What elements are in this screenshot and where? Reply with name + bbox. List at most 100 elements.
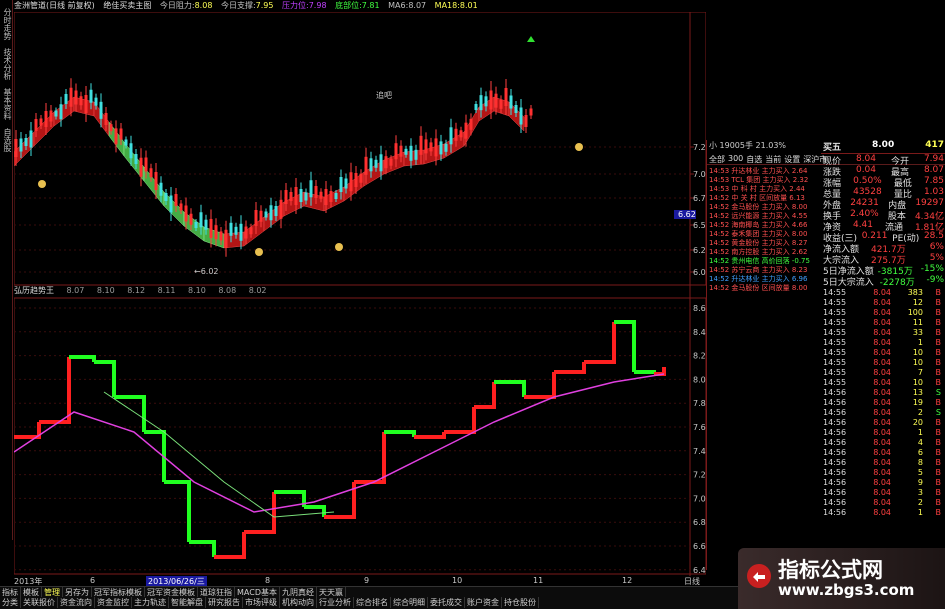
rank-tab-2[interactable]: 自选	[746, 154, 762, 164]
candle-body	[454, 128, 458, 141]
candle-body	[269, 205, 273, 221]
rank-row[interactable]: 14:52 升达林业 主力买入 6.96	[709, 274, 821, 283]
candle-body	[394, 143, 398, 160]
rank-row[interactable]: 14:52 泰禾集团 主力买入 8.00	[709, 229, 821, 238]
quote-label: 收益(三)	[823, 234, 858, 244]
rank-row[interactable]: 14:53 中 科 村 主力买入 2.44	[709, 184, 821, 193]
function-tab[interactable]: 智能解盘	[169, 597, 206, 608]
trade-row: 14:55 8.04 10 B	[821, 358, 945, 368]
trade-time: 14:56	[823, 408, 847, 417]
quote-row: 净资 4.41 流通 1.81亿	[821, 220, 945, 233]
date-label-9: 9	[364, 576, 370, 585]
function-tab[interactable]: 分类	[0, 597, 21, 608]
trend-step-segment	[324, 482, 356, 519]
function-tab[interactable]: 资金流向	[58, 597, 95, 608]
trade-side: B	[935, 308, 942, 317]
function-tab[interactable]: 综合排名	[354, 597, 391, 608]
function-tab[interactable]: 行业分析	[317, 597, 354, 608]
candle-body	[339, 177, 343, 192]
candle-body	[319, 191, 323, 199]
rank-row[interactable]: 14:53 TCL 集团 主力买入 2.32	[709, 175, 821, 184]
rank-tab-4[interactable]: 设置	[784, 154, 800, 164]
candle-body	[184, 205, 188, 222]
trade-time: 14:55	[823, 288, 847, 297]
function-tab[interactable]: 持仓股份	[502, 597, 539, 608]
trade-row: 14:56 8.04 19 B	[821, 398, 945, 408]
candle-body	[329, 191, 333, 202]
today-pressure-value: 8.08	[194, 1, 213, 10]
candle-body	[524, 115, 528, 127]
candle-body	[154, 172, 158, 190]
trade-volume: 10	[912, 378, 923, 387]
rail-tab-0[interactable]: 分时走势	[1, 8, 13, 40]
rank-tab-3[interactable]: 当前	[765, 154, 781, 164]
function-tab[interactable]: 综合明细	[391, 597, 428, 608]
trade-side: B	[935, 328, 942, 337]
quote-head-price: 8.00	[872, 140, 895, 150]
candle-body	[279, 199, 283, 219]
function-tab[interactable]: 机构动向	[280, 597, 317, 608]
candle-body	[14, 139, 18, 157]
candle-body	[349, 172, 353, 192]
function-tab[interactable]: 关联报价	[21, 597, 58, 608]
candle-body	[404, 148, 408, 155]
function-tab[interactable]: 账户资金	[465, 597, 502, 608]
function-tab[interactable]: 资金监控	[95, 597, 132, 608]
quote-value: 275.7万	[870, 256, 906, 266]
chart-annotation: 追吧	[376, 90, 392, 100]
chart-header: 金洲管道(日线 前复权) 绝佳买卖主图 今日阻力:8.08 今日支撑:7.95 …	[14, 0, 704, 12]
rank-row[interactable]: 14:52 贵州电信 高价回落 -0.75	[709, 256, 821, 265]
trade-row: 14:56 8.04 2 B	[821, 498, 945, 508]
function-tab[interactable]: 市场评级	[243, 597, 280, 608]
rail-tab-3[interactable]: 自选股	[1, 128, 13, 152]
rank-tab-1[interactable]: 300	[728, 154, 743, 164]
low-price-label: ←6.02	[194, 267, 219, 276]
quote-head: 买五 8.00 417	[821, 140, 945, 154]
function-tab[interactable]: 委托成交	[428, 597, 465, 608]
quote-row: 涨幅 0.50% 最低 7.85	[821, 176, 945, 189]
function-tab[interactable]: 研究报告	[206, 597, 243, 608]
rank-row[interactable]: 14:53 升达林业 主力买入 2.64	[709, 166, 821, 175]
rank-row[interactable]: 14:52 黄金股份 主力买入 8.27	[709, 238, 821, 247]
candle-body	[444, 143, 448, 152]
indicator-title: 弘历趋势王	[14, 286, 54, 295]
quote-row: 5日净流入额 -3815万 -15%	[821, 264, 945, 277]
indicator-axis-label: 8.00	[693, 375, 706, 384]
indicator-axis-label: 7.20	[693, 471, 706, 480]
candle-body	[109, 124, 113, 132]
candle-body	[479, 95, 483, 111]
rank-row[interactable]: 14:52 中 关 村 区间放量 6.13	[709, 193, 821, 202]
candle-body	[369, 158, 373, 172]
rank-row[interactable]: 14:52 金马股份 区间放量 8.00	[709, 283, 821, 292]
trade-price: 8.04	[873, 468, 891, 477]
rank-tab-0[interactable]: 全部	[709, 154, 725, 164]
price-axis-label: 6.00	[693, 268, 706, 277]
trade-volume: 5	[917, 468, 923, 477]
rank-row[interactable]: 14:52 远兴能源 主力买入 4.55	[709, 211, 821, 220]
rank-row[interactable]: 14:52 海南椰岛 主力买入 4.66	[709, 220, 821, 229]
trade-row: 14:55 8.04 33 B	[821, 328, 945, 338]
trade-price: 8.04	[873, 358, 891, 367]
trade-side: B	[935, 488, 942, 497]
candle-body	[434, 138, 438, 157]
indicator-value-3: 8.11	[157, 286, 176, 295]
price-axis-label: 7.00	[693, 170, 706, 179]
rank-row[interactable]: 14:52 苏宁云商 主力买入 8.23	[709, 265, 821, 274]
quote-label: 内盘	[888, 201, 907, 211]
pressure-label: 压力位:	[282, 1, 309, 10]
rank-row[interactable]: 14:52 南方控股 主力买入 2.62	[709, 247, 821, 256]
function-tab[interactable]: 主力轨迹	[132, 597, 169, 608]
trade-side: B	[935, 398, 942, 407]
candle-body	[364, 156, 368, 175]
trade-price: 8.04	[873, 348, 891, 357]
quote-row: 收益(三) 0.211 PE(动) 28.5	[821, 231, 945, 244]
trade-side: B	[935, 498, 942, 507]
quote-label: 外盘	[823, 201, 842, 211]
rail-tab-2[interactable]: 基本资料	[1, 88, 13, 120]
rail-tab-1[interactable]: 技术分析	[1, 48, 13, 80]
candle-body	[39, 118, 43, 126]
rank-row[interactable]: 14:52 金马股份 主力买入 8.00	[709, 202, 821, 211]
candle-body	[99, 101, 103, 119]
trend-step-segment	[384, 430, 416, 437]
quote-label: 现价	[823, 157, 842, 167]
